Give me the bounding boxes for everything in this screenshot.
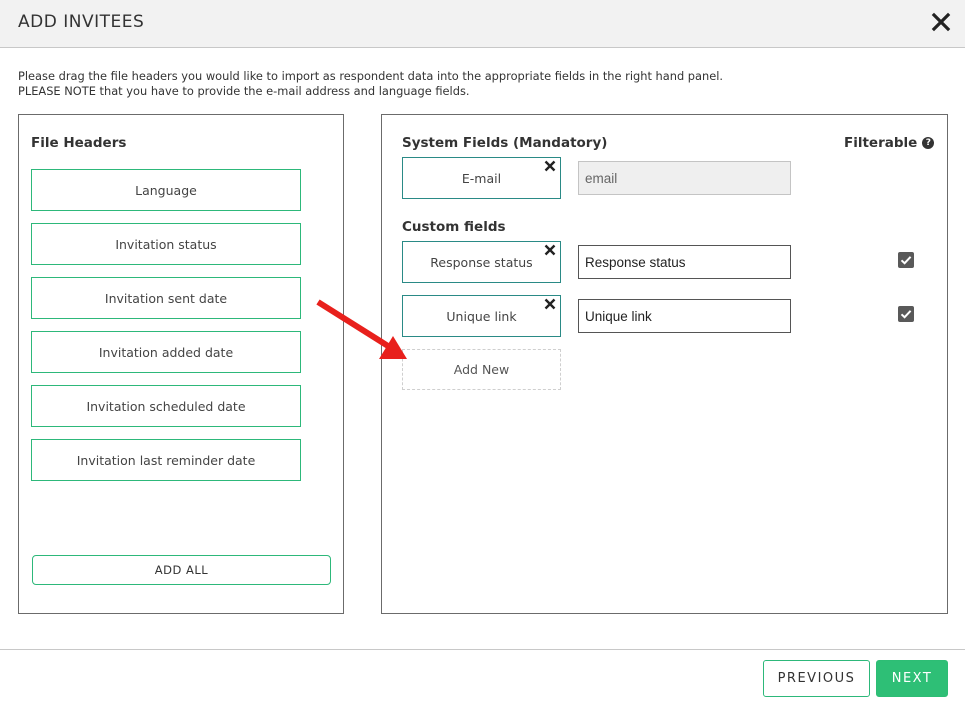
field-tile-email[interactable]: E-mail (402, 157, 561, 199)
field-tile-label: Unique link (446, 308, 517, 324)
field-tile-unique-link[interactable]: Unique link (402, 295, 561, 337)
close-button[interactable] (928, 8, 954, 36)
check-icon (900, 256, 912, 265)
file-headers-panel: File Headers Language Invitation status … (18, 114, 344, 614)
file-header-item-invitation-sent-date[interactable]: Invitation sent date (31, 277, 301, 319)
file-header-item-language[interactable]: Language (31, 169, 301, 211)
field-tile-label: Response status (430, 254, 533, 270)
system-fields-heading: System Fields (Mandatory) (402, 135, 608, 151)
remove-email-icon[interactable] (543, 159, 557, 173)
file-header-item-invitation-added-date[interactable]: Invitation added date (31, 331, 301, 373)
instructions-line-1: Please drag the file headers you would l… (18, 69, 724, 83)
dialog-header: ADD INVITEES (0, 0, 965, 48)
file-header-item-invitation-status[interactable]: Invitation status (31, 223, 301, 265)
close-icon (931, 12, 951, 32)
instructions-line-2: PLEASE NOTE that you have to provide the… (18, 84, 470, 98)
field-tile-label: E-mail (461, 170, 502, 186)
response-status-field[interactable] (578, 245, 791, 279)
filterable-label: Filterable (844, 135, 918, 151)
file-header-item-invitation-last-reminder-date[interactable]: Invitation last reminder date (31, 439, 301, 481)
add-new-field-dropzone[interactable]: Add New (402, 349, 561, 390)
filterable-checkbox-unique-link[interactable] (898, 306, 914, 322)
instructions: Please drag the file headers you would l… (18, 69, 723, 99)
fields-panel: System Fields (Mandatory) Filterable ? E… (381, 114, 948, 614)
remove-response-status-icon[interactable] (543, 243, 557, 257)
file-header-item-invitation-scheduled-date[interactable]: Invitation scheduled date (31, 385, 301, 427)
field-tile-response-status[interactable]: Response status (402, 241, 561, 283)
annotation-arrow-icon (316, 299, 407, 359)
check-icon (900, 310, 912, 319)
remove-unique-link-icon[interactable] (543, 297, 557, 311)
dialog-title: ADD INVITEES (18, 12, 145, 32)
unique-link-field[interactable] (578, 299, 791, 333)
previous-button[interactable]: PREVIOUS (763, 660, 870, 697)
filterable-checkbox-response-status[interactable] (898, 252, 914, 268)
custom-fields-heading: Custom fields (402, 219, 506, 235)
question-circle-icon[interactable]: ? (922, 137, 935, 149)
next-button[interactable]: NEXT (876, 660, 948, 697)
footer-divider (0, 649, 965, 650)
filterable-header: Filterable ? (844, 135, 935, 151)
add-all-button[interactable]: ADD ALL (32, 555, 331, 585)
email-field (578, 161, 791, 195)
file-headers-heading: File Headers (31, 135, 127, 151)
